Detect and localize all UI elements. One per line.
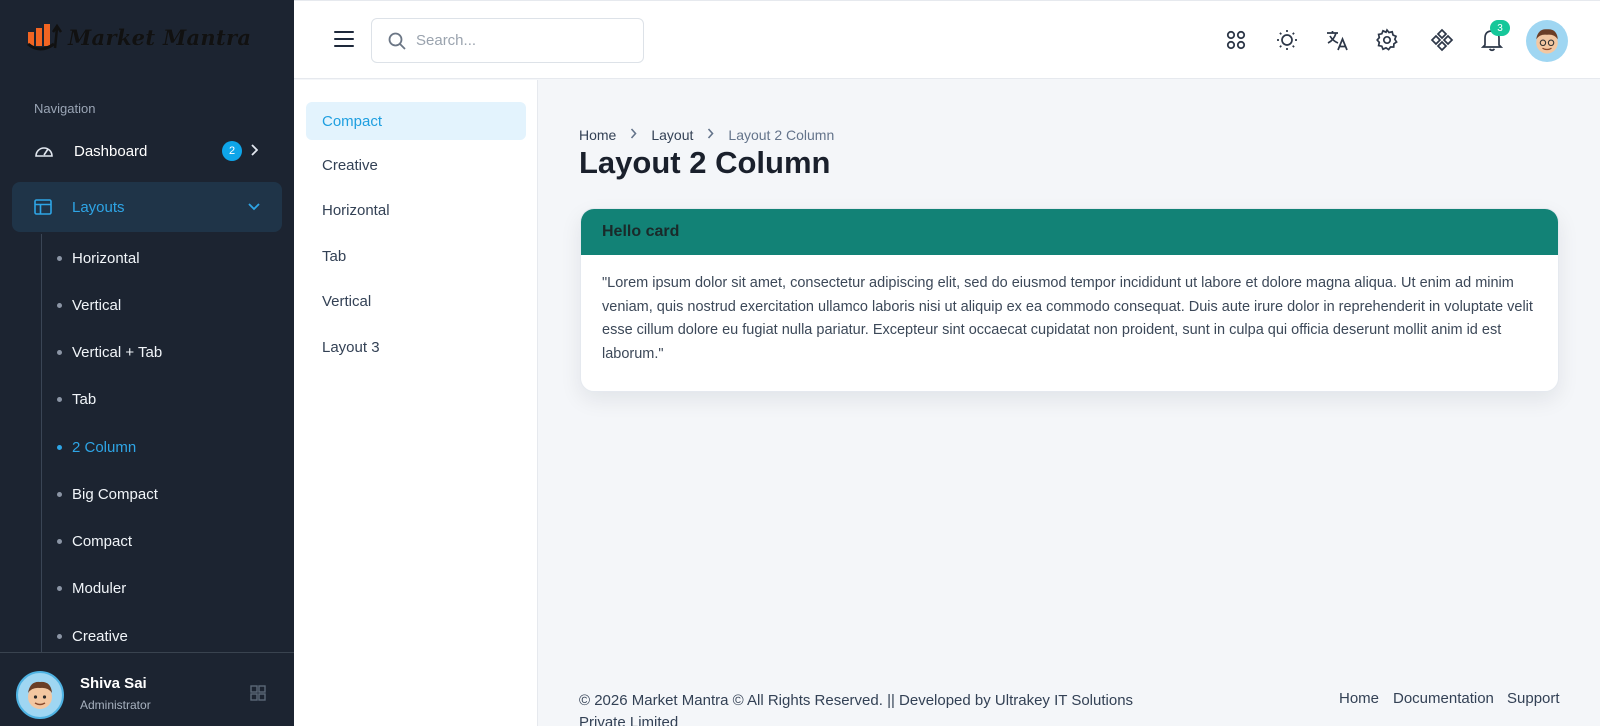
avatar[interactable] — [16, 671, 64, 719]
bullet-dot — [57, 349, 62, 355]
notification-count-badge: 3 — [1490, 20, 1510, 36]
bullet-dot — [57, 585, 62, 591]
dashboard-count-badge: 2 — [222, 141, 242, 161]
diamond-grid-icon[interactable] — [1430, 28, 1454, 52]
page-title: Layout 2 Column — [579, 145, 831, 180]
sidebar-item-layouts[interactable]: Layouts — [12, 182, 282, 232]
translate-icon[interactable] — [1325, 28, 1349, 52]
bullet-dot — [57, 255, 62, 261]
submenu-item-creative[interactable]: Creative — [57, 624, 128, 648]
breadcrumb-current: Layout 2 Column — [728, 127, 835, 143]
search-box[interactable] — [371, 18, 644, 63]
user-face-icon — [1536, 29, 1558, 54]
submenu-guide-line — [41, 234, 42, 652]
bar-chart-logo-icon — [27, 23, 62, 51]
sidebar-item-label: Layouts — [72, 198, 125, 216]
chevron-right-icon — [250, 143, 259, 159]
submenu-item-compact[interactable]: Compact — [57, 529, 132, 553]
gear-icon[interactable] — [1375, 28, 1399, 52]
submenu-item-vertical[interactable]: Vertical — [57, 293, 121, 317]
bullet-dot — [57, 396, 62, 402]
chevron-right-icon — [707, 128, 714, 142]
sidebar-item-label: Dashboard — [74, 142, 148, 160]
brand-logo[interactable]: Market Mantra — [26, 22, 251, 52]
nav-caption: Navigation — [34, 101, 96, 116]
bullet-dot — [57, 633, 62, 639]
breadcrumb-home[interactable]: Home — [579, 127, 616, 143]
subcol-item-vertical[interactable]: Vertical — [306, 282, 526, 320]
card-body: "Lorem ipsum dolor sit amet, consectetur… — [602, 275, 1533, 362]
submenu-item-2-column[interactable]: 2 Column — [57, 435, 136, 459]
footer-link-home[interactable]: Home — [1339, 690, 1379, 707]
user-panel-menu-icon[interactable] — [250, 685, 266, 704]
subcol-item-layout-3[interactable]: Layout 3 — [306, 328, 526, 366]
layout-submenu-column: Compact Creative Horizontal Tab Vertical… — [294, 80, 538, 726]
submenu-label: Big Compact — [72, 485, 158, 503]
hello-card: Hello card "Lorem ipsum dolor sit amet, … — [580, 208, 1559, 392]
submenu-label: 2 Column — [72, 438, 137, 456]
bullet-dot — [57, 302, 62, 308]
bullet-dot — [57, 491, 62, 497]
footer-link-support[interactable]: Support — [1507, 690, 1560, 707]
subcol-item-compact[interactable]: Compact — [306, 102, 526, 140]
sun-icon[interactable] — [1275, 28, 1299, 52]
submenu-label: Vertical + Tab — [72, 343, 163, 361]
bullet-dot — [57, 444, 62, 450]
top-header: 3 — [294, 0, 1600, 79]
header-avatar[interactable] — [1526, 20, 1568, 62]
submenu-label: Creative — [72, 627, 128, 645]
user-name: Shiva Sai — [80, 675, 147, 692]
chevron-down-icon — [248, 200, 260, 214]
menu-toggle-icon[interactable] — [334, 31, 354, 49]
breadcrumb-section[interactable]: Layout — [651, 127, 693, 143]
subcol-item-horizontal[interactable]: Horizontal — [306, 191, 526, 229]
brand-name: Market Mantra — [68, 24, 252, 50]
search-input[interactable] — [416, 32, 616, 49]
chevron-right-icon — [630, 128, 637, 142]
card-header: Hello card — [581, 209, 1558, 255]
sidebar: Market Mantra Navigation Dashboard 2 Lay… — [0, 0, 294, 726]
submenu-item-tab[interactable]: Tab — [57, 387, 96, 411]
subcol-item-tab[interactable]: Tab — [306, 237, 526, 275]
submenu-label: Moduler — [72, 579, 127, 597]
submenu-item-horizontal[interactable]: Horizontal — [57, 246, 140, 270]
submenu-item-big-compact[interactable]: Big Compact — [57, 482, 158, 506]
subcol-item-creative[interactable]: Creative — [306, 146, 526, 184]
submenu-label: Tab — [72, 390, 97, 408]
submenu-label: Compact — [72, 532, 133, 550]
submenu-item-vertical-tab[interactable]: Vertical + Tab — [57, 340, 162, 364]
breadcrumb: Home Layout Layout 2 Column — [579, 127, 834, 143]
submenu-item-moduler[interactable]: Moduler — [57, 576, 126, 600]
speedometer-icon — [35, 147, 53, 157]
apps-icon[interactable] — [1224, 28, 1248, 52]
user-face-icon — [28, 681, 52, 709]
user-role: Administrator — [80, 698, 151, 712]
footer-copyright: © 2026 Market Mantra © All Rights Reserv… — [579, 692, 1134, 726]
submenu-label: Horizontal — [72, 249, 140, 267]
submenu-label: Vertical — [72, 296, 122, 314]
layout-icon — [34, 199, 52, 215]
bullet-dot — [57, 538, 62, 544]
footer-link-documentation[interactable]: Documentation — [1393, 690, 1494, 707]
sidebar-user-panel: Shiva Sai Administrator — [0, 652, 294, 726]
sidebar-item-dashboard[interactable]: Dashboard 2 — [12, 127, 282, 175]
search-icon — [388, 32, 406, 50]
